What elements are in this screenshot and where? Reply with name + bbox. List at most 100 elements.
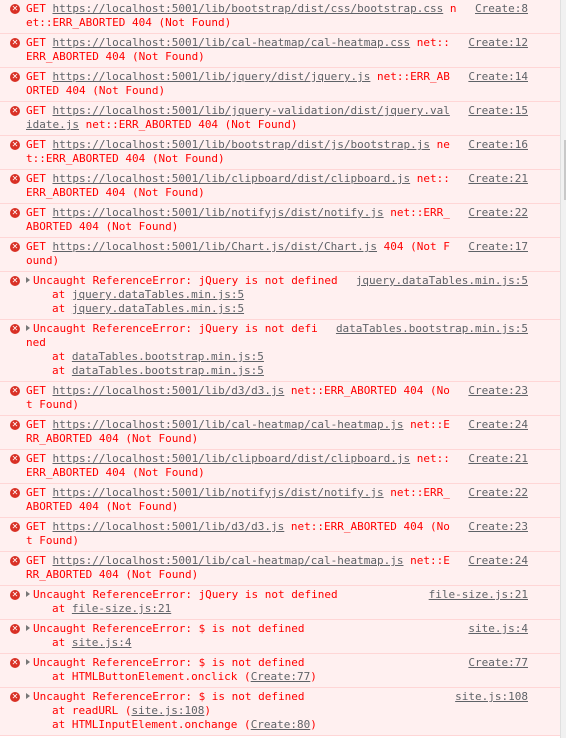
error-x-icon: ✕ — [10, 386, 20, 396]
request-url-link[interactable]: https://localhost:5001/lib/cal-heatmap/c… — [53, 36, 411, 49]
request-method: GET — [26, 104, 53, 117]
error-x-icon: ✕ — [10, 38, 20, 48]
source-link[interactable]: Create:77 — [468, 656, 528, 670]
console-error-entry: ✕ Create:21 GET https://localhost:5001/lib… — [0, 170, 560, 204]
stack-trace: at readURL (site.js:108) at HTMLInputElem… — [26, 704, 528, 732]
error-x-icon: ✕ — [10, 590, 20, 600]
error-text: Uncaught ReferenceError: $ is not define… — [33, 690, 305, 703]
expand-triangle-icon[interactable] — [26, 325, 30, 331]
stack-frame-link[interactable]: Create:77 — [251, 670, 311, 683]
error-x-icon: ✕ — [10, 556, 20, 566]
stack-frame-link[interactable]: dataTables.bootstrap.min.js:5 — [72, 350, 264, 363]
source-link[interactable]: Create:12 — [468, 36, 528, 50]
console-error-entry: ✕ Create:21 GET https://localhost:5001/lib… — [0, 450, 560, 484]
error-x-icon: ✕ — [10, 658, 20, 668]
stack-frame-link[interactable]: site.js:4 — [72, 636, 132, 649]
request-url-link[interactable]: https://localhost:5001/lib/notifyjs/dist… — [53, 206, 384, 219]
request-url-link[interactable]: https://localhost:5001/lib/bootstrap/dis… — [53, 138, 431, 151]
request-method: GET — [26, 452, 53, 465]
console-error-entry: ✕ Create:8 GET https://localhost:5001/lib/… — [0, 0, 560, 34]
console-message-list: ✕ Create:8 GET https://localhost:5001/lib/… — [0, 0, 560, 736]
source-link[interactable]: Create:23 — [468, 520, 528, 534]
stack-trace: at jquery.dataTables.min.js:5 at jquery.d… — [26, 288, 528, 316]
stack-frame-text: at — [52, 350, 72, 363]
source-link[interactable]: Create:8 — [475, 2, 528, 16]
stack-frame-text: at — [52, 288, 72, 301]
console-error-entry: ✕ Create:24 GET https://localhost:5001/lib… — [0, 416, 560, 450]
error-x-icon: ✕ — [10, 208, 20, 218]
source-link[interactable]: Create:21 — [468, 452, 528, 466]
console-error-entry: ✕ Create:15 GET https://localhost:5001/lib… — [0, 102, 560, 136]
stack-frame: at dataTables.bootstrap.min.js:5 — [52, 350, 528, 364]
source-link[interactable]: Create:15 — [468, 104, 528, 118]
stack-frame-text: at HTMLInputElement.onchange ( — [52, 718, 251, 731]
source-link[interactable]: Create:22 — [468, 486, 528, 500]
scrollbar-track[interactable] — [560, 0, 566, 738]
stack-frame-text: ) — [310, 718, 317, 731]
expand-triangle-icon[interactable] — [26, 591, 30, 597]
error-x-icon: ✕ — [10, 692, 20, 702]
request-url-link[interactable]: https://localhost:5001/lib/notifyjs/dist… — [53, 486, 384, 499]
stack-frame: at site.js:4 — [52, 636, 528, 650]
stack-frame-link[interactable]: jquery.dataTables.min.js:5 — [72, 302, 244, 315]
source-link[interactable]: site.js:108 — [455, 690, 528, 704]
source-link[interactable]: Create:24 — [468, 418, 528, 432]
request-method: GET — [26, 206, 53, 219]
request-url-link[interactable]: https://localhost:5001/lib/Chart.js/dist… — [53, 240, 378, 253]
request-url-link[interactable]: https://localhost:5001/lib/cal-heatmap/c… — [53, 554, 404, 567]
source-link[interactable]: Create:17 — [468, 240, 528, 254]
error-message: GET https://localhost:5001/lib/clipboard… — [26, 172, 528, 200]
console-error-entry: ✕ site.js:108 Uncaught ReferenceError: $ i… — [0, 688, 560, 736]
error-message: GET https://localhost:5001/lib/jquery-va… — [26, 104, 528, 132]
source-link[interactable]: jquery.dataTables.min.js:5 — [356, 274, 528, 288]
source-link[interactable]: Create:22 — [468, 206, 528, 220]
request-url-link[interactable]: https://localhost:5001/lib/d3/d3.js — [53, 520, 285, 533]
error-message: GET https://localhost:5001/lib/cal-heatm… — [26, 418, 528, 446]
stack-frame: at dataTables.bootstrap.min.js:5 — [52, 364, 528, 378]
error-message: GET https://localhost:5001/lib/jquery/di… — [26, 70, 528, 98]
console-error-entry: ✕ Create:22 GET https://localhost:5001/lib… — [0, 204, 560, 238]
source-link[interactable]: Create:24 — [468, 554, 528, 568]
stack-frame-link[interactable]: dataTables.bootstrap.min.js:5 — [72, 364, 264, 377]
error-message: GET https://localhost:5001/lib/clipboard… — [26, 452, 528, 480]
expand-triangle-icon[interactable] — [26, 277, 30, 283]
request-method: GET — [26, 520, 53, 533]
stack-frame-text: at readURL ( — [52, 704, 132, 717]
request-url-link[interactable]: https://localhost:5001/lib/bootstrap/dis… — [53, 2, 444, 15]
error-x-icon: ✕ — [10, 324, 20, 334]
error-message: Uncaught ReferenceError: $ is not define… — [26, 622, 528, 636]
source-link[interactable]: dataTables.bootstrap.min.js:5 — [336, 322, 528, 336]
expand-triangle-icon[interactable] — [26, 693, 30, 699]
expand-triangle-icon[interactable] — [26, 625, 30, 631]
source-link[interactable]: Create:16 — [468, 138, 528, 152]
stack-frame: at file-size.js:21 — [52, 602, 528, 616]
source-link[interactable]: file-size.js:21 — [429, 588, 528, 602]
stack-frame-link[interactable]: site.js:108 — [131, 704, 204, 717]
source-link[interactable]: site.js:4 — [468, 622, 528, 636]
stack-frame: at HTMLInputElement.onchange (Create:80) — [52, 718, 528, 732]
source-link[interactable]: Create:23 — [468, 384, 528, 398]
stack-frame-link[interactable]: file-size.js:21 — [72, 602, 171, 615]
console-error-entry: ✕ Create:23 GET https://localhost:5001/lib… — [0, 518, 560, 552]
error-message: GET https://localhost:5001/lib/cal-heatm… — [26, 554, 528, 582]
request-method: GET — [26, 240, 53, 253]
request-url-link[interactable]: https://localhost:5001/lib/cal-heatmap/c… — [53, 418, 404, 431]
request-url-link[interactable]: https://localhost:5001/lib/d3/d3.js — [53, 384, 285, 397]
request-method: GET — [26, 70, 53, 83]
error-status: net::ERR_ABORTED 404 (Not Found) — [78, 118, 298, 131]
request-url-link[interactable]: https://localhost:5001/lib/clipboard/dis… — [53, 452, 411, 465]
request-method: GET — [26, 172, 53, 185]
stack-trace: at dataTables.bootstrap.min.js:5 at dataT… — [26, 350, 528, 378]
stack-frame: at HTMLButtonElement.onclick (Create:77) — [52, 670, 528, 684]
source-link[interactable]: Create:21 — [468, 172, 528, 186]
request-method: GET — [26, 486, 53, 499]
request-url-link[interactable]: https://localhost:5001/lib/jquery/dist/j… — [53, 70, 371, 83]
expand-triangle-icon[interactable] — [26, 659, 30, 665]
stack-frame-link[interactable]: jquery.dataTables.min.js:5 — [72, 288, 244, 301]
error-text: Uncaught ReferenceError: jQuery is not d… — [33, 588, 338, 601]
source-link[interactable]: Create:14 — [468, 70, 528, 84]
stack-frame-link[interactable]: Create:80 — [251, 718, 311, 731]
request-url-link[interactable]: https://localhost:5001/lib/clipboard/dis… — [53, 172, 411, 185]
console-error-entry: ✕ Create:24 GET https://localhost:5001/lib… — [0, 552, 560, 586]
error-x-icon: ✕ — [10, 140, 20, 150]
